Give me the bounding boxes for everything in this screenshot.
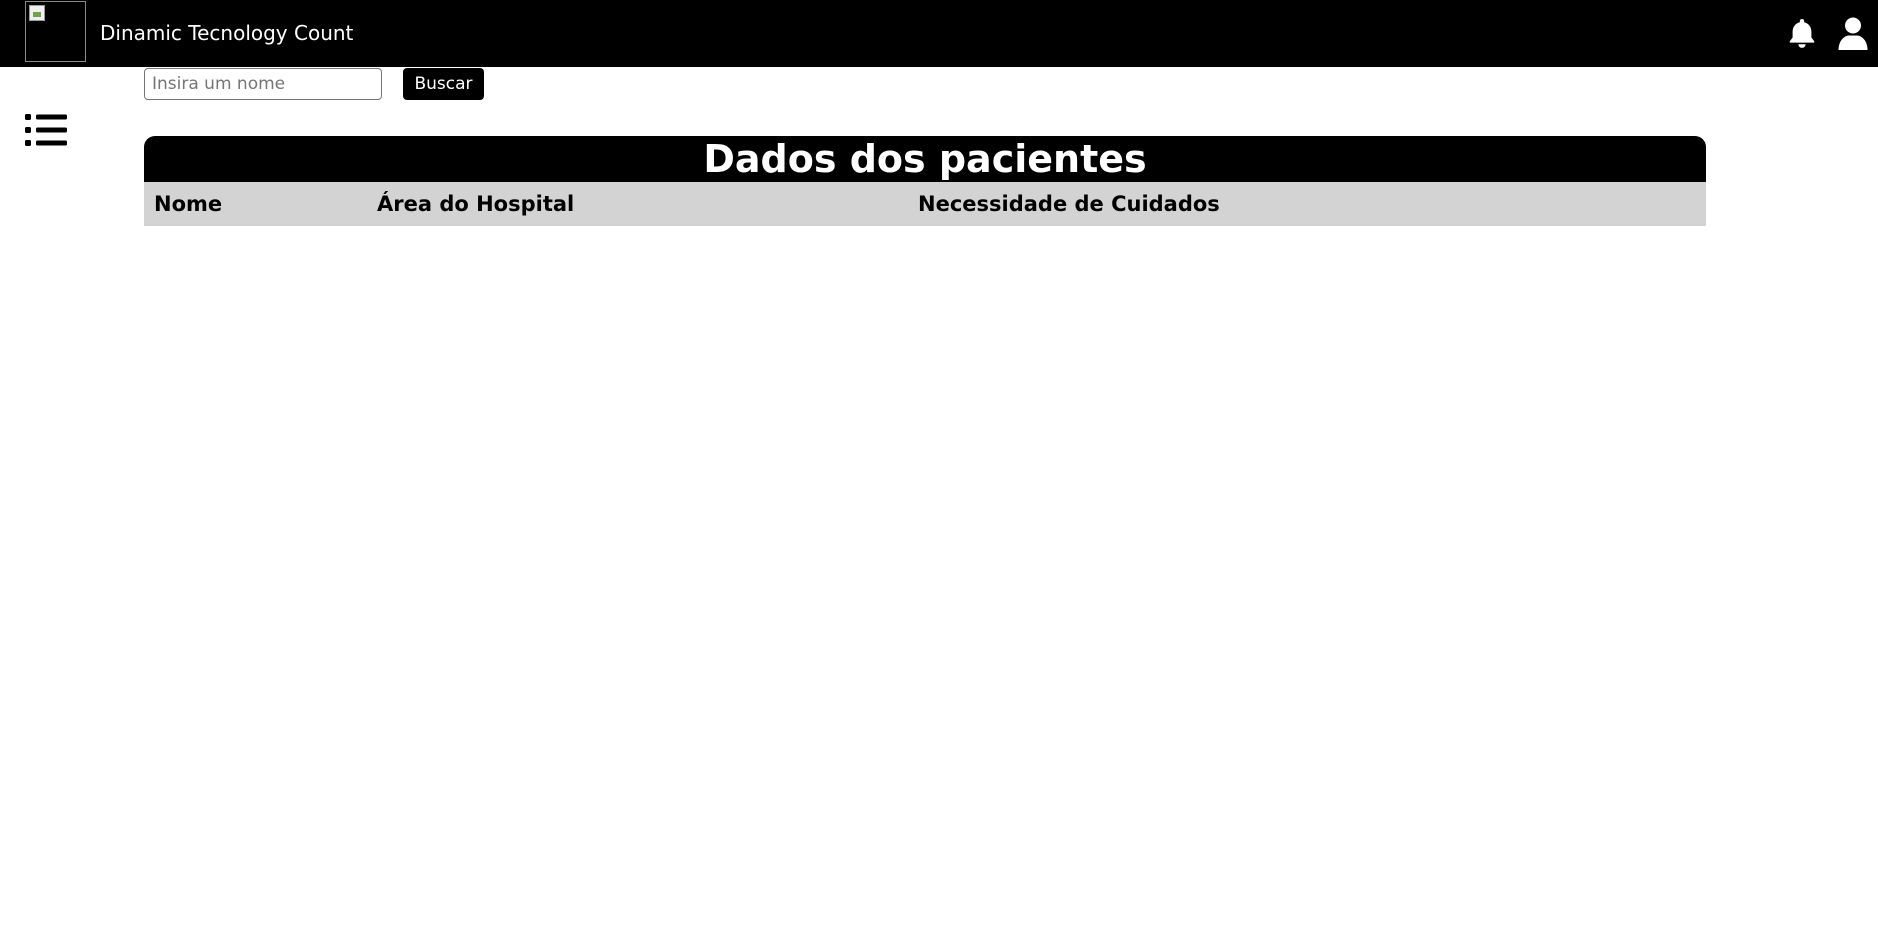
search-button[interactable]: Buscar [403,68,484,100]
app-title: Dinamic Tecnology Count [100,21,354,45]
column-header-area: Área do Hospital [377,192,575,216]
user-icon[interactable] [1836,16,1870,50]
table-title: Dados dos pacientes [144,136,1706,182]
patients-table: Dados dos pacientes Nome Área do Hospita… [144,136,1706,226]
list-icon[interactable] [25,112,67,148]
bell-icon[interactable] [1785,16,1819,50]
column-header-necessidade: Necessidade de Cuidados [918,192,1220,216]
broken-image-icon [29,5,45,21]
top-navbar: Dinamic Tecnology Count [0,0,1878,67]
search-input[interactable] [144,68,382,100]
column-header-nome: Nome [154,192,223,216]
table-header-row: Nome Área do Hospital Necessidade de Cui… [144,182,1706,226]
logo-image [25,1,86,62]
